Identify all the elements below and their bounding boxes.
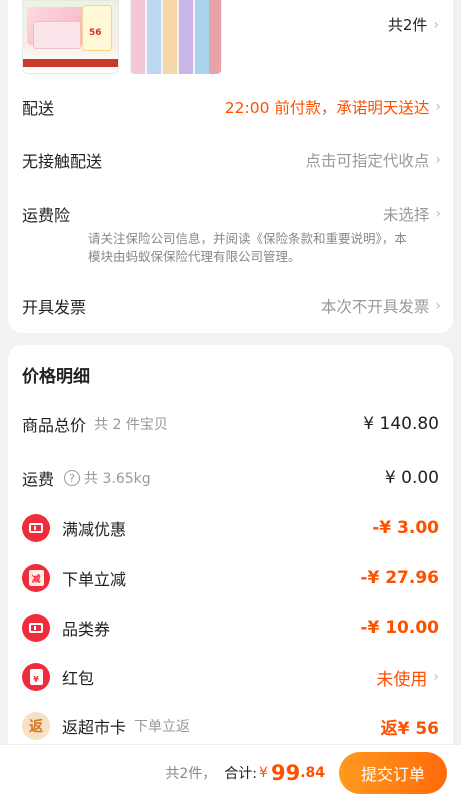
- promo-strip: [23, 59, 118, 67]
- red-packet-status: 未使用: [376, 669, 428, 690]
- ticket-icon: [22, 514, 50, 542]
- price-tag: 56: [82, 5, 112, 51]
- delivery-row[interactable]: 配送 22:00 前付款，承诺明天送达 ›: [22, 95, 441, 119]
- promo-amount: -¥ 10.00: [360, 618, 439, 638]
- product-bar: [209, 0, 221, 74]
- delivery-value: 22:00 前付款，承诺明天送达: [224, 99, 430, 117]
- goods-total-row: 商品总价 共 2 件宝贝 ¥ 140.80: [22, 412, 439, 436]
- product-bar: [179, 0, 193, 74]
- product-thumbnail[interactable]: [129, 0, 222, 74]
- promo-row: 满减优惠 -¥ 3.00: [22, 514, 439, 542]
- submit-order-button[interactable]: 提交订单: [339, 751, 447, 794]
- cashback-row: 返 返超市卡 下单立返 返¥ 56: [22, 712, 439, 740]
- contactless-delivery-row[interactable]: 无接触配送 点击可指定代收点 ›: [22, 148, 441, 172]
- red-packet-row[interactable]: ¥ 红包 未使用 ›: [22, 663, 439, 691]
- instant-discount-glyph: 减: [28, 570, 44, 586]
- cashback-glyph: 返: [29, 719, 43, 735]
- chevron-right-icon: ›: [433, 16, 439, 33]
- cashback-icon: 返: [22, 712, 50, 740]
- chevron-right-icon: ›: [435, 99, 441, 115]
- total-decimal: .84: [300, 764, 325, 781]
- product-bar: [131, 0, 145, 74]
- product-bar: [195, 0, 209, 74]
- promo-amount: -¥ 27.96: [360, 568, 439, 588]
- currency-symbol: ¥: [259, 764, 268, 781]
- product-thumbnails[interactable]: 56: [22, 0, 222, 74]
- chevron-right-icon: ›: [435, 152, 441, 168]
- promo-amount: -¥ 3.00: [372, 518, 439, 538]
- insurance-note[interactable]: 请关注保险公司信息，并阅读《保险条款和重要说明》，本模块由蚂蚁保保险代理有限公司…: [88, 230, 418, 266]
- total-label: 合计:: [224, 765, 258, 782]
- goods-total-label: 商品总价: [22, 416, 87, 435]
- shipping-weight: 共 3.65kg: [84, 471, 151, 487]
- contactless-value: 点击可指定代收点: [305, 152, 430, 170]
- product-bar: [163, 0, 177, 74]
- product-thumbnail[interactable]: 56: [22, 0, 119, 74]
- chevron-right-icon: ›: [435, 206, 441, 222]
- shipping-insurance-row[interactable]: 运费险 未选择 ›: [22, 202, 441, 226]
- product-bar: [147, 0, 161, 74]
- promo-row: 减 下单立减 -¥ 27.96: [22, 564, 439, 592]
- price-tag-number: 56: [89, 28, 102, 38]
- chevron-right-icon: ›: [433, 669, 439, 685]
- ticket-icon: [22, 614, 50, 642]
- promo-row: 品类券 -¥ 10.00: [22, 614, 439, 642]
- checkout-bar: 共2件， 合计: ¥ 99 .84 提交订单: [0, 744, 461, 800]
- promo-sub: 下单立返: [134, 719, 191, 735]
- shipping-fee-label: 运费: [22, 470, 55, 489]
- help-icon[interactable]: ?: [64, 470, 81, 486]
- invoice-label: 开具发票: [22, 298, 87, 317]
- invoice-value: 本次不开具发票: [320, 298, 430, 316]
- instant-discount-icon: 减: [22, 564, 50, 592]
- chevron-right-icon: ›: [435, 298, 441, 314]
- delivery-label: 配送: [22, 99, 55, 118]
- promo-label: 红包: [62, 669, 95, 688]
- contactless-label: 无接触配送: [22, 152, 103, 171]
- cashback-amount: 返¥ 56: [380, 718, 439, 739]
- shipping-fee-amount: ¥ 0.00: [384, 468, 439, 488]
- goods-total-sub: 共 2 件宝贝: [94, 417, 168, 433]
- invoice-row[interactable]: 开具发票 本次不开具发票 ›: [22, 294, 441, 318]
- total-integer: 99: [270, 760, 301, 785]
- shipping-fee-row: 运费 ? 共 3.65kg ¥ 0.00: [22, 466, 439, 490]
- promo-label: 满减优惠: [62, 520, 127, 539]
- order-info-card: 56 共2件 › 配送 22:00 前付款，承诺明天送达 › 无接触配送 点击可…: [8, 0, 453, 333]
- shipping-insurance-label: 运费险: [22, 206, 71, 225]
- item-count-label: 共2件: [387, 16, 428, 34]
- promo-label: 品类券: [62, 620, 111, 639]
- red-packet-icon: ¥: [22, 663, 50, 691]
- item-count[interactable]: 共2件 ›: [388, 14, 439, 35]
- tissue-pack-image: [33, 21, 81, 49]
- footer-item-count: 共2件，: [165, 765, 217, 782]
- red-packet-glyph: ¥: [29, 669, 43, 685]
- price-detail-title: 价格明细: [22, 367, 90, 387]
- promo-label: 下单立减: [62, 570, 127, 589]
- price-detail-card: 价格明细 商品总价 共 2 件宝贝 ¥ 140.80 运费 ? 共 3.65kg…: [8, 345, 453, 755]
- promo-label: 返超市卡: [62, 718, 127, 737]
- shipping-insurance-value: 未选择: [382, 206, 430, 224]
- goods-total-amount: ¥ 140.80: [363, 414, 439, 434]
